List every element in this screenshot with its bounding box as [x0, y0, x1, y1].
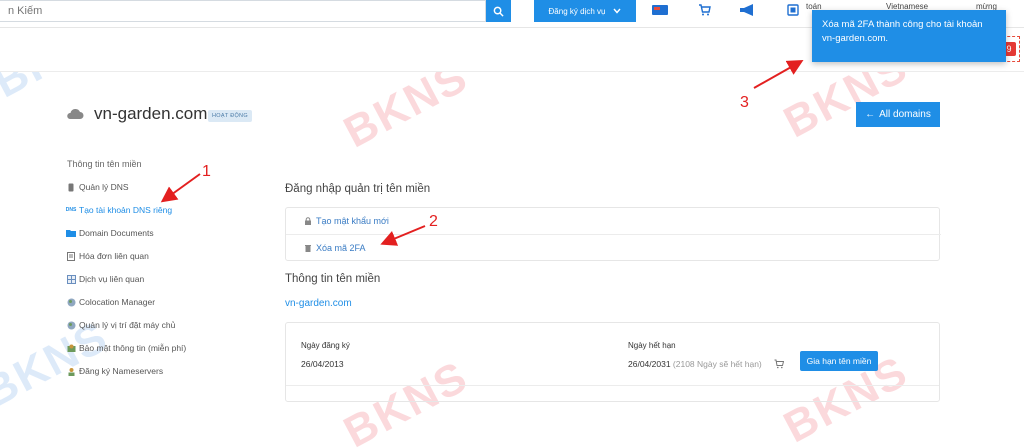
page-title: vn-garden.com — [94, 104, 208, 123]
exp-note: (2108 Ngày sẽ hết hạn) — [672, 359, 762, 369]
remove-2fa-label: Xóa mã 2FA — [316, 242, 366, 253]
reg-date-value: 26/04/2013 — [301, 359, 344, 369]
divider — [286, 385, 939, 386]
sidebar-item-label: Quản lý vị trí đặt máy chủ — [79, 320, 176, 330]
invoice-icon — [66, 251, 76, 261]
sidebar-item-label: Tạo tài khoản DNS riêng — [79, 205, 173, 215]
sidebar-item-documents[interactable]: Domain Documents — [66, 226, 154, 240]
domain-info-card: Ngày đăng ký 26/04/2013 Ngày hết hạn 26/… — [285, 322, 940, 402]
sidebar-item-invoices[interactable]: Hóa đơn liên quan — [66, 249, 149, 263]
search-input[interactable] — [0, 0, 486, 22]
sidebar-item-server-location[interactable]: Quản lý vị trí đặt máy chủ — [66, 318, 175, 332]
sidebar-item-dns[interactable]: Quản lý DNS — [66, 180, 129, 194]
person-icon — [66, 366, 76, 376]
annotation-number-1: 1 — [202, 163, 211, 180]
account-icon[interactable] — [782, 2, 804, 18]
annotation-arrow-1 — [160, 173, 201, 203]
sidebar-item-label: Dịch vụ liên quan — [79, 274, 145, 284]
sidebar-item-label: Colocation Manager — [79, 297, 156, 307]
folder-icon — [66, 228, 76, 238]
shield-icon — [66, 343, 76, 353]
admin-login-title: Đăng nhập quản trị tên miền — [285, 183, 431, 195]
annotation-number-2: 2 — [429, 213, 438, 230]
domain-info-title: Thông tin tên miền — [285, 273, 381, 285]
cloud-icon — [67, 108, 84, 119]
sidebar-heading: Thông tin tên miền — [67, 159, 142, 169]
chevron-down-icon — [613, 8, 621, 14]
exp-date-label: Ngày hết hạn — [628, 341, 676, 350]
renew-domain-button[interactable]: Gia hạn tên miền — [800, 351, 878, 371]
arrow-left-icon: ← — [865, 109, 876, 120]
order-service-button[interactable]: Đăng ký dịch vụ — [534, 0, 636, 22]
megaphone-icon[interactable] — [737, 2, 759, 18]
globe-icon — [66, 320, 76, 330]
sidebar-item-colocation[interactable]: Colocation Manager — [66, 295, 155, 309]
status-badge: HOẠT ĐỘNG — [208, 110, 252, 122]
success-toast[interactable]: Xóa mã 2FA thành công cho tài khoản vn-g… — [812, 10, 1006, 62]
sidebar-item-label: Bảo mật thông tin (miễn phí) — [79, 343, 187, 353]
order-service-label: Đăng ký dịch vụ — [548, 6, 606, 16]
admin-login-card: Tạo mật khẩu mới Xóa mã 2FA — [285, 207, 941, 261]
sidebar-item-privacy[interactable]: Bảo mật thông tin (miễn phí) — [66, 341, 186, 355]
remove-2fa-link[interactable]: Xóa mã 2FA — [286, 234, 941, 260]
cart-icon[interactable] — [693, 2, 715, 18]
sidebar-item-label: Quản lý DNS — [79, 182, 129, 192]
sidebar-item-services[interactable]: Dịch vụ liên quan — [66, 272, 144, 286]
sidebar-item-nameservers[interactable]: Đăng ký Nameservers — [66, 364, 163, 378]
sidebar-item-create-dns-account[interactable]: DNS Tạo tài khoản DNS riêng — [66, 203, 172, 217]
sidebar-item-label: Domain Documents — [79, 228, 154, 238]
page: BKNS BKNS BKNS BKNS BKNS BKNS Đăng ký dị… — [0, 0, 1024, 448]
notification-icon[interactable] — [649, 2, 671, 18]
trash-icon — [305, 244, 311, 252]
exp-date: 26/04/2031 — [628, 359, 671, 369]
globe-icon — [66, 297, 76, 307]
new-password-label: Tạo mật khẩu mới — [316, 216, 389, 226]
dns-icon: DNS — [65, 207, 77, 213]
reg-date-label: Ngày đăng ký — [301, 341, 350, 350]
sidebar-item-label: Hóa đơn liên quan — [79, 251, 149, 261]
cart-icon[interactable] — [774, 359, 784, 369]
domain-link[interactable]: vn-garden.com — [285, 298, 352, 309]
sidebar-item-label: Đăng ký Nameservers — [79, 366, 164, 376]
phone-icon — [66, 182, 76, 192]
lock-icon — [305, 217, 311, 225]
all-domains-label: All domains — [879, 109, 931, 120]
annotation-number-3: 3 — [740, 94, 749, 111]
search-icon — [493, 6, 504, 17]
search-button[interactable] — [486, 0, 511, 22]
new-password-link[interactable]: Tạo mật khẩu mới — [286, 208, 941, 234]
grid-icon — [66, 274, 76, 284]
all-domains-button[interactable]: ← All domains — [856, 102, 940, 127]
toast-message: Xóa mã 2FA thành công cho tài khoản vn-g… — [822, 19, 983, 44]
exp-date-value: 26/04/2031 (2108 Ngày sẽ hết hạn) — [628, 359, 762, 369]
